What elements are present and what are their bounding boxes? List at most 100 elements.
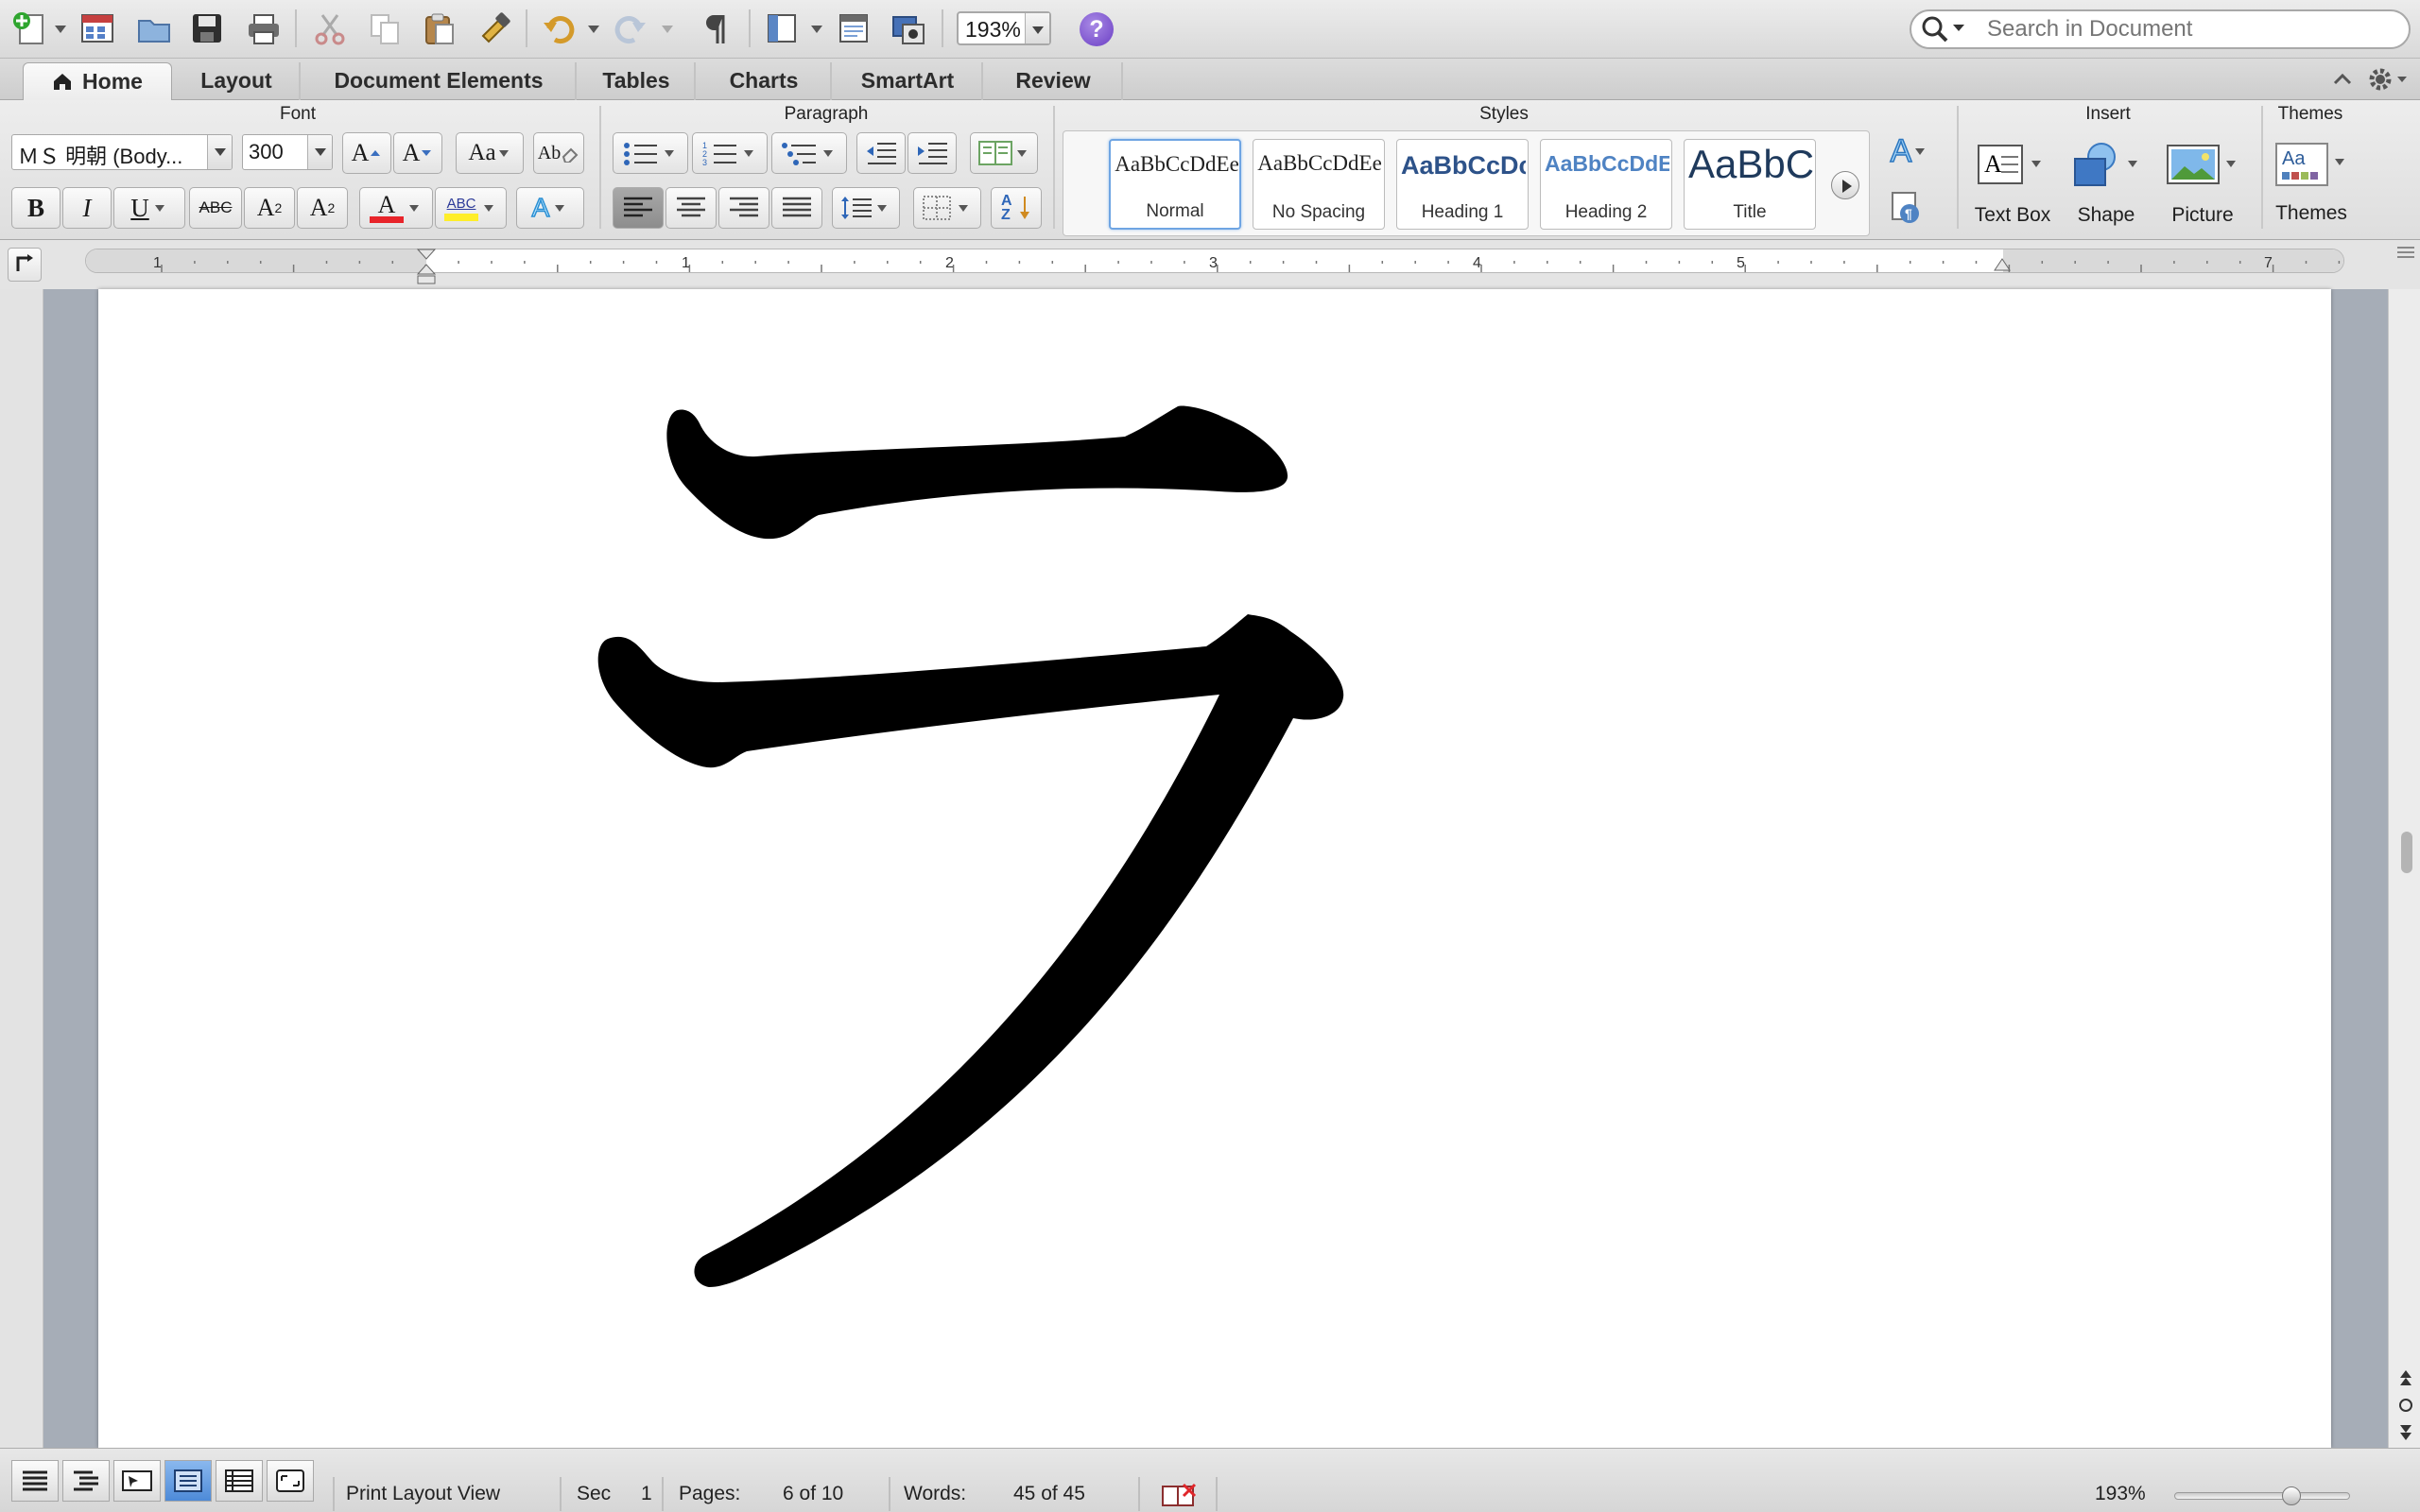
template-gallery-icon: [81, 14, 113, 43]
toolbox-button[interactable]: [832, 6, 875, 51]
zoom-select[interactable]: 193%: [957, 11, 1051, 45]
media-browser-button[interactable]: [887, 6, 930, 51]
tab-tables[interactable]: Tables: [579, 62, 696, 100]
increase-indent-button[interactable]: [908, 132, 957, 174]
sidebar-button[interactable]: [760, 6, 804, 51]
vertical-ruler: [0, 289, 43, 1448]
style-manage-button[interactable]: A: [1879, 130, 1940, 172]
italic-button[interactable]: I: [62, 187, 112, 229]
zoom-slider-thumb[interactable]: [2282, 1486, 2301, 1505]
copy-button[interactable]: [363, 6, 406, 51]
line-spacing-button[interactable]: [832, 187, 900, 229]
open-button[interactable]: [132, 6, 176, 51]
search-input[interactable]: [1987, 15, 2394, 43]
style-no-spacing[interactable]: AaBbCcDdEe No Spacing: [1253, 139, 1385, 230]
words-value[interactable]: 45 of 45: [1013, 1483, 1085, 1505]
columns-button[interactable]: [970, 132, 1038, 174]
borders-button[interactable]: [913, 187, 981, 229]
collapse-ribbon-button[interactable]: [2331, 70, 2354, 94]
multilevel-list-button[interactable]: [771, 132, 847, 174]
new-document-button[interactable]: [8, 6, 51, 51]
copy-icon: [371, 14, 399, 44]
ribbon-settings-button[interactable]: [2367, 66, 2412, 97]
search-icon[interactable]: [1919, 13, 1972, 50]
notebook-view-button[interactable]: [216, 1460, 263, 1502]
align-center-button[interactable]: [666, 187, 717, 229]
split-view-handle[interactable]: [2392, 242, 2420, 265]
text-effects-button[interactable]: A: [516, 187, 584, 229]
format-painter-icon: [481, 12, 510, 43]
save-button[interactable]: [185, 6, 229, 51]
decrease-indent-button[interactable]: [856, 132, 906, 174]
right-indent-marker[interactable]: [1993, 255, 2012, 279]
align-left-button[interactable]: [613, 187, 664, 229]
style-normal[interactable]: AaBbCcDdEe Normal: [1109, 139, 1241, 230]
focus-view-button[interactable]: [267, 1460, 314, 1502]
shape-button[interactable]: [2065, 142, 2146, 189]
numbering-button[interactable]: 123: [692, 132, 768, 174]
shrink-font-button[interactable]: A: [393, 132, 442, 174]
styles-group-title: Styles: [1479, 104, 1529, 124]
tab-document-elements[interactable]: Document Elements: [302, 62, 577, 100]
cut-button[interactable]: [308, 6, 352, 51]
browse-object-button[interactable]: [2399, 1399, 2412, 1412]
pages-value[interactable]: 6 of 10: [783, 1483, 843, 1505]
text-box-button[interactable]: A: [1968, 142, 2049, 189]
first-line-indent-marker[interactable]: [416, 248, 437, 292]
previous-page-button[interactable]: [2400, 1370, 2411, 1385]
tab-smartart[interactable]: SmartArt: [834, 62, 983, 100]
print-layout-view-button[interactable]: [164, 1460, 212, 1502]
indent-marker-icon: [1994, 258, 2011, 271]
section-value: 1: [641, 1483, 652, 1504]
paste-button[interactable]: [418, 6, 461, 51]
tab-home[interactable]: Home: [23, 62, 172, 100]
tab-review[interactable]: Review: [985, 62, 1123, 100]
font-name-select[interactable]: ＭＳ 明朝 (Body...: [11, 134, 233, 170]
justify-button[interactable]: [771, 187, 822, 229]
draft-view-icon: [23, 1470, 47, 1491]
picture-button[interactable]: [2161, 142, 2242, 189]
font-color-button[interactable]: A: [359, 187, 433, 229]
clear-formatting-button[interactable]: Ab: [533, 132, 584, 174]
tab-selector-button[interactable]: [8, 248, 42, 282]
style-title[interactable]: AaBbC Title: [1684, 139, 1816, 230]
themes-button[interactable]: Aa: [2269, 140, 2354, 191]
show-formatting-button[interactable]: [694, 6, 737, 51]
align-right-button[interactable]: [718, 187, 769, 229]
zoom-slider[interactable]: [2174, 1492, 2350, 1500]
styles-pane-button[interactable]: ¶: [1885, 187, 1927, 229]
tab-layout[interactable]: Layout: [174, 62, 301, 100]
styles-next-button[interactable]: [1831, 171, 1859, 199]
strikethrough-button[interactable]: ABC: [189, 187, 242, 229]
increase-indent-icon: [918, 143, 947, 164]
search-field[interactable]: [1910, 9, 2411, 49]
bullets-button[interactable]: [613, 132, 688, 174]
redo-button[interactable]: [609, 6, 652, 51]
sort-button[interactable]: AZ: [991, 187, 1042, 229]
document-text[interactable]: ラ: [586, 397, 1361, 1304]
change-case-button[interactable]: Aa: [456, 132, 524, 174]
outline-view-button[interactable]: [62, 1460, 110, 1502]
subscript-button[interactable]: A2: [297, 187, 348, 229]
format-painter-button[interactable]: [473, 6, 516, 51]
next-page-button[interactable]: [2400, 1425, 2411, 1440]
bold-button[interactable]: B: [11, 187, 60, 229]
scrollbar-thumb[interactable]: [2401, 832, 2412, 873]
status-bar: Print Layout View Sec 1 Pages: 6 of 10 W…: [0, 1448, 2420, 1512]
templates-button[interactable]: [76, 6, 119, 51]
tab-charts[interactable]: Charts: [698, 62, 832, 100]
media-browser-icon: [892, 16, 925, 44]
print-button[interactable]: [242, 6, 285, 51]
underline-button[interactable]: U: [113, 187, 185, 229]
style-heading-1[interactable]: AaBbCcDc Heading 1: [1396, 139, 1529, 230]
draft-view-button[interactable]: [11, 1460, 59, 1502]
superscript-button[interactable]: A2: [244, 187, 295, 229]
publishing-view-button[interactable]: [113, 1460, 161, 1502]
grow-font-button[interactable]: A: [342, 132, 391, 174]
help-button[interactable]: ?: [1080, 12, 1114, 46]
font-size-select[interactable]: 300: [242, 134, 333, 170]
highlight-button[interactable]: ABC: [435, 187, 507, 229]
undo-button[interactable]: [537, 6, 580, 51]
spelling-status-button[interactable]: [1159, 1481, 1201, 1512]
style-heading-2[interactable]: AaBbCcDdEeHeading 2: [1540, 139, 1672, 230]
